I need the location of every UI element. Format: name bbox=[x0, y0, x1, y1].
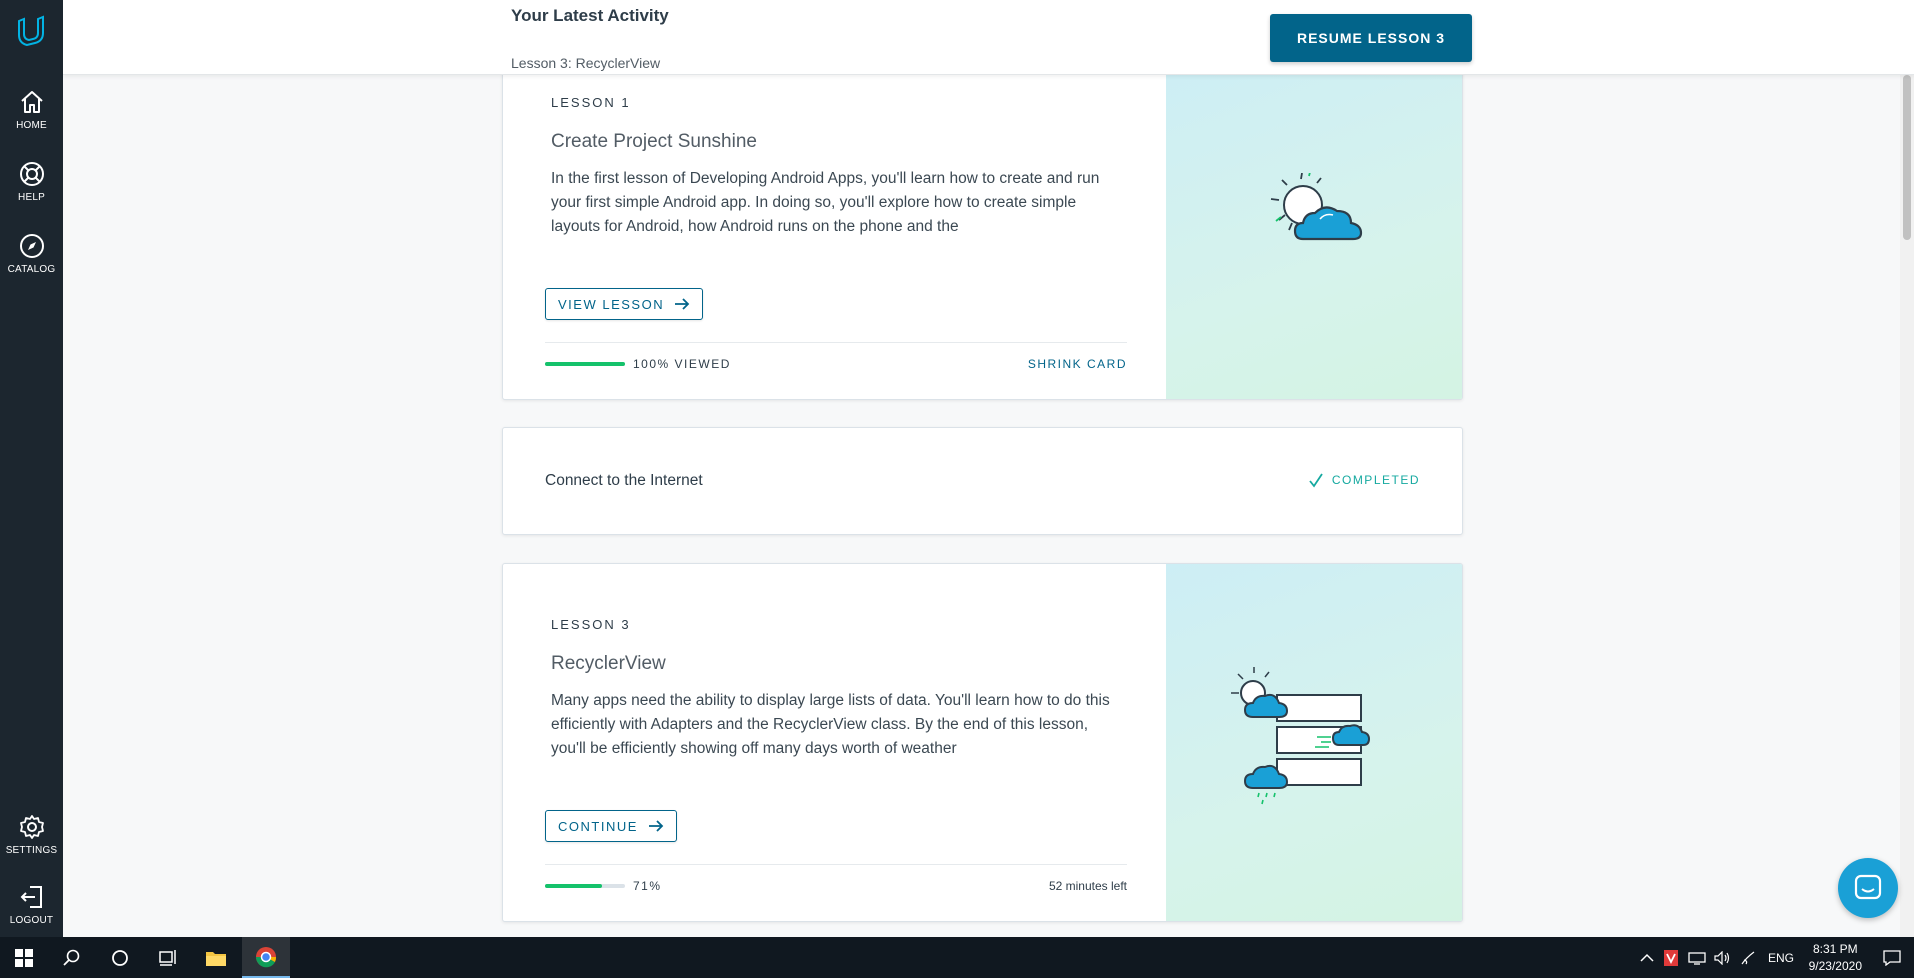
nav-help-label: HELP bbox=[18, 192, 45, 203]
task-view-icon bbox=[159, 949, 176, 966]
nav-settings-label: SETTINGS bbox=[5, 845, 58, 856]
volume-icon[interactable] bbox=[1714, 950, 1730, 965]
windows-icon bbox=[15, 948, 33, 967]
nav-settings[interactable]: SETTINGS bbox=[0, 813, 63, 856]
arrow-right-icon bbox=[675, 298, 690, 310]
lesson-description: Many apps need the ability to display la… bbox=[551, 692, 1110, 757]
lesson-label: LESSON 1 bbox=[551, 95, 631, 110]
card-divider bbox=[545, 342, 1127, 343]
windows-taskbar: ENG 8:31 PM 9/23/2020 bbox=[0, 937, 1914, 978]
nav-catalog-label: CATALOG bbox=[7, 264, 56, 275]
chrome-icon bbox=[256, 946, 277, 967]
logout-icon bbox=[20, 886, 42, 908]
continue-button[interactable]: CONTINUE bbox=[545, 810, 677, 842]
progress-bar bbox=[545, 362, 625, 366]
nav-help[interactable]: HELP bbox=[0, 160, 63, 203]
lesson-title[interactable]: Create Project Sunshine bbox=[551, 131, 757, 153]
resume-lesson-button[interactable]: RESUME LESSON 3 bbox=[1270, 14, 1472, 62]
nav-catalog[interactable]: CATALOG bbox=[0, 232, 63, 275]
completed-status: COMPLETED bbox=[1308, 472, 1420, 488]
clock[interactable]: 8:31 PM 9/23/2020 bbox=[1809, 941, 1862, 975]
scrollbar[interactable] bbox=[1900, 75, 1914, 937]
lesson-card-1-illustration bbox=[1166, 61, 1462, 399]
system-tray: ENG bbox=[1640, 937, 1794, 978]
folder-icon bbox=[206, 951, 226, 966]
file-explorer-button[interactable] bbox=[192, 937, 240, 978]
language-indicator[interactable]: ENG bbox=[1768, 951, 1794, 965]
progress-fill bbox=[545, 362, 625, 366]
card-divider bbox=[545, 864, 1127, 865]
checkmark-icon bbox=[1309, 473, 1323, 488]
latest-activity-header: Your Latest Activity Lesson 3: RecyclerV… bbox=[63, 0, 1914, 75]
chrome-button[interactable] bbox=[242, 937, 290, 978]
concept-card[interactable]: Connect to the Internet COMPLETED bbox=[502, 427, 1463, 535]
time-left: 52 minutes left bbox=[1048, 879, 1127, 893]
cortana-icon bbox=[112, 949, 128, 966]
pen-icon[interactable] bbox=[1740, 950, 1756, 966]
completed-label: COMPLETED bbox=[1331, 473, 1420, 487]
task-view-button[interactable] bbox=[144, 937, 192, 978]
lesson-card-3: LESSON 3 RecyclerView Many apps need the… bbox=[502, 563, 1463, 922]
search-icon bbox=[63, 949, 80, 966]
lesson-card-3-illustration bbox=[1166, 564, 1462, 921]
nav-home-label: HOME bbox=[16, 120, 47, 131]
gear-icon bbox=[19, 815, 44, 839]
progress-bar bbox=[545, 884, 625, 888]
udacity-logo[interactable] bbox=[14, 14, 48, 48]
header-subtitle: Lesson 3: RecyclerView bbox=[511, 55, 661, 71]
scrollbar-thumb[interactable] bbox=[1903, 75, 1911, 240]
progress-text: 71% bbox=[633, 879, 662, 893]
view-lesson-button[interactable]: VIEW LESSON bbox=[545, 288, 704, 320]
lesson-card-3-content: LESSON 3 RecyclerView Many apps need the… bbox=[503, 564, 1168, 921]
compass-icon bbox=[19, 234, 44, 258]
clock-time: 8:31 PM bbox=[1812, 942, 1858, 956]
notification-icon bbox=[1883, 949, 1901, 966]
concept-title: Connect to the Internet bbox=[545, 472, 703, 489]
lesson-label: LESSON 3 bbox=[551, 617, 631, 632]
nav-logout[interactable]: LOGOUT bbox=[0, 883, 63, 926]
sidebar: HOME HELP CATALOG SETTINGS LOGOUT bbox=[0, 0, 63, 937]
weather-list-icon bbox=[1231, 667, 1371, 805]
clock-date: 9/23/2020 bbox=[1808, 959, 1862, 973]
arrow-right-icon bbox=[648, 820, 664, 832]
chat-icon bbox=[1854, 874, 1882, 900]
continue-label: CONTINUE bbox=[558, 818, 638, 834]
help-icon bbox=[19, 162, 44, 186]
search-taskbar[interactable] bbox=[48, 937, 96, 978]
shrink-card-link[interactable]: SHRINK CARD bbox=[1028, 357, 1127, 371]
lesson-card-1-content: LESSON 1 Create Project Sunshine In the … bbox=[503, 61, 1168, 399]
notifications-button[interactable] bbox=[1870, 937, 1914, 978]
chat-support-button[interactable] bbox=[1838, 858, 1898, 918]
progress-text: 100% VIEWED bbox=[633, 357, 731, 371]
home-icon bbox=[20, 91, 43, 113]
network-icon[interactable] bbox=[1688, 951, 1706, 965]
start-button[interactable] bbox=[0, 937, 48, 978]
lesson-card-1: LESSON 1 Create Project Sunshine In the … bbox=[502, 60, 1463, 400]
chevron-up-icon[interactable] bbox=[1640, 953, 1654, 963]
nav-home[interactable]: HOME bbox=[0, 88, 63, 131]
nav-logout-label: LOGOUT bbox=[9, 915, 54, 926]
lesson-title[interactable]: RecyclerView bbox=[551, 653, 666, 675]
progress-fill bbox=[545, 884, 602, 888]
cortana-button[interactable] bbox=[96, 937, 144, 978]
header-title: Your Latest Activity bbox=[511, 6, 669, 25]
antivirus-icon[interactable] bbox=[1664, 949, 1678, 966]
lesson-description: In the first lesson of Developing Androi… bbox=[551, 170, 1100, 235]
view-lesson-label: VIEW LESSON bbox=[558, 296, 665, 312]
sun-cloud-icon bbox=[1270, 173, 1363, 241]
